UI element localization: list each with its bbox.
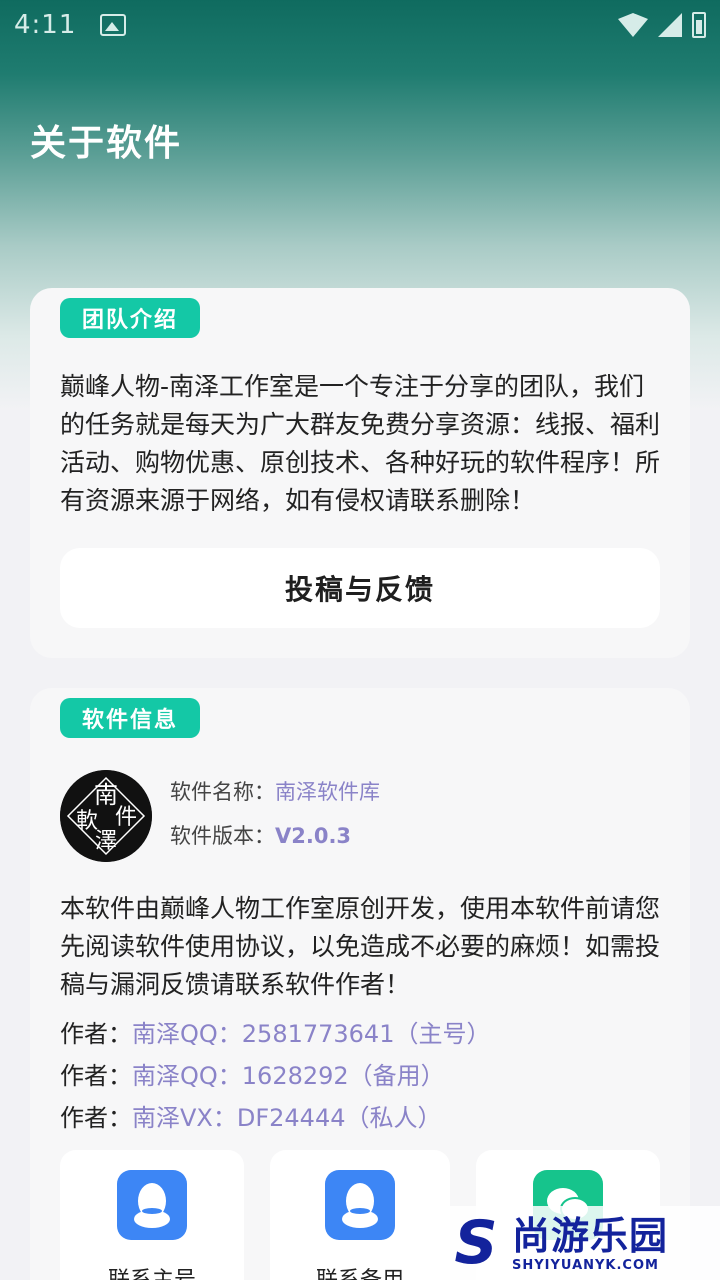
author-contact: 南泽VX：DF24444（私人） [132,1104,442,1132]
watermark-logo-letter: S [454,1208,498,1278]
software-info-card: 软件信息 南 件 軟 澤 软件名称：南泽软件库 软件版本：V2.0.3 本软件由… [30,688,690,1280]
software-info-tag: 软件信息 [60,698,200,738]
signal-icon [658,13,682,37]
qq-icon [117,1170,187,1240]
author-row[interactable]: 作者：南泽QQ：1628292（备用） [60,1056,445,1091]
software-description: 本软件由巅峰人物工作室原创开发，使用本软件前请您先阅读软件使用协议，以免造成不必… [60,894,661,999]
wifi-icon [618,13,648,37]
page-title: 关于软件 [30,123,183,164]
software-name-label: 软件名称： [170,780,275,804]
contact-backup-button[interactable]: 联系备用 [270,1150,450,1280]
contact-main-label: 联系主号 [60,1262,244,1280]
software-version-label: 软件版本： [170,824,275,848]
feedback-button[interactable]: 投稿与反馈 [60,548,660,628]
logo-char-right: 件 [115,805,137,830]
team-intro-card: 团队介绍 巅峰人物-南泽工作室是一个专注于分享的团队，我们的任务就是每天为广大群… [30,288,690,658]
status-time: 4:11 [14,10,77,40]
watermark-subtitle: SHYIYUANYK.COM [512,1257,659,1273]
author-row[interactable]: 作者：南泽QQ：2581773641（主号） [60,1014,490,1049]
status-bar: 4:11 [0,0,720,50]
status-indicators [618,12,706,38]
author-contact: 南泽QQ：2581773641（主号） [132,1020,491,1048]
watermark-title: 尚游乐园 [512,1213,669,1258]
logo-emblem: 南 件 軟 澤 [60,770,152,862]
author-row[interactable]: 作者：南泽VX：DF24444（私人） [60,1098,442,1133]
contact-main-button[interactable]: 联系主号 [60,1150,244,1280]
battery-icon [692,12,706,38]
author-label: 作者： [60,1104,132,1132]
author-label: 作者： [60,1062,132,1090]
contact-backup-label: 联系备用 [270,1262,450,1280]
author-label: 作者： [60,1020,132,1048]
software-version-value: V2.0.3 [275,824,352,848]
qq-icon [325,1170,395,1240]
software-name-value: 南泽软件库 [275,780,380,804]
image-notification-icon [100,14,127,36]
logo-char-bottom: 澤 [95,829,117,854]
app-logo: 南 件 軟 澤 [60,770,152,862]
team-description: 巅峰人物-南泽工作室是一个专注于分享的团队，我们的任务就是每天为广大群友免费分享… [60,372,661,515]
author-contact: 南泽QQ：1628292（备用） [132,1062,445,1090]
software-name-row: 软件名称：南泽软件库 [170,776,380,806]
watermark: S 尚游乐园 SHYIYUANYK.COM [440,1206,720,1280]
team-intro-tag: 团队介绍 [60,298,200,338]
software-version-row: 软件版本：V2.0.3 [170,820,351,850]
watermark-text: 尚游乐园 SHYIYUANYK.COM [512,1214,668,1273]
